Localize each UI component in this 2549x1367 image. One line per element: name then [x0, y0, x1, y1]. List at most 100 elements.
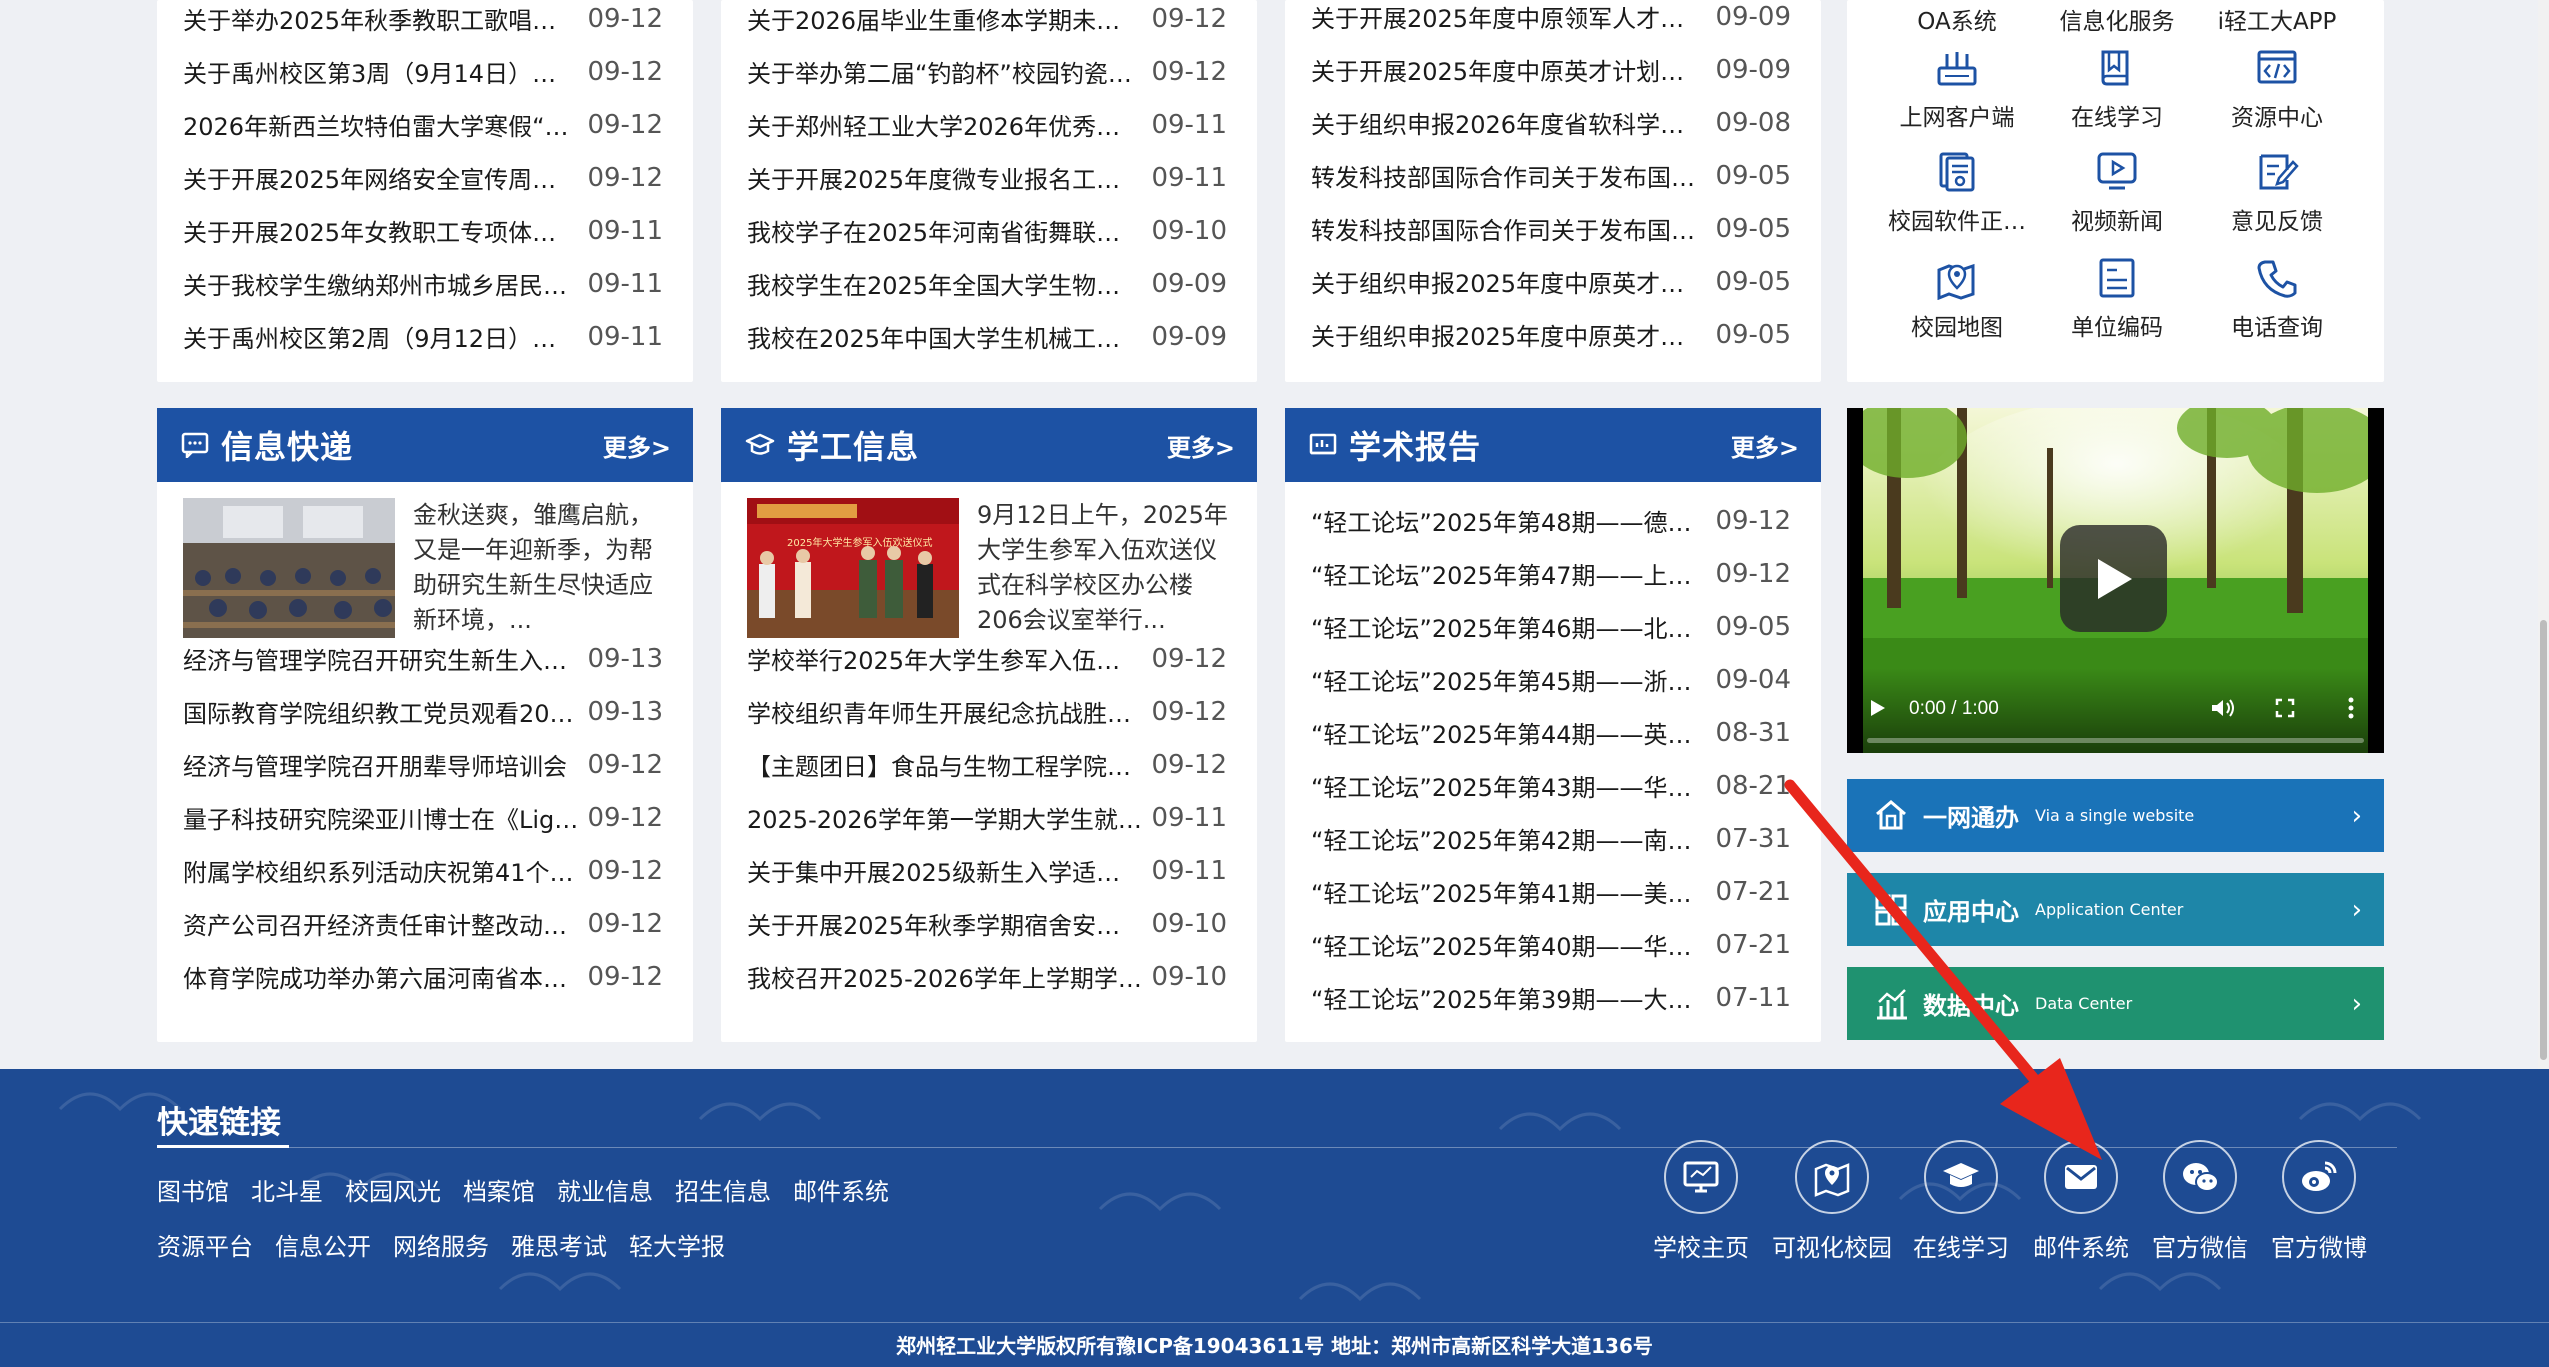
- item-title[interactable]: 关于禹州校区第2周（9月12日）学生活动安排: [183, 319, 587, 354]
- news-list-item[interactable]: 量子科技研究院梁亚川博士在《Light》发表论文09-12: [157, 791, 693, 844]
- service-router[interactable]: 上网客户端: [1877, 46, 2037, 132]
- teaching-list-item[interactable]: 我校学子在2025年河南省街舞联赛中获佳绩09-10: [721, 204, 1257, 257]
- notice-list-item[interactable]: 关于开展2025年女教职工专项体检的通知 09-11: [157, 204, 693, 257]
- news-list-item[interactable]: 经济与管理学院召开朋辈导师培训会 09-12: [157, 738, 693, 791]
- student-list-item[interactable]: 2025-2026学年第一学期大学生就业指导课安排09-11: [721, 791, 1257, 844]
- item-title[interactable]: “轻工论坛”2025年第39期——大…: [1311, 980, 1715, 1015]
- footer-link[interactable]: 招生信息: [675, 1172, 771, 1207]
- item-title[interactable]: 关于集中开展2025级新生入学适应教育的通知: [747, 853, 1151, 888]
- item-title[interactable]: 关于举办第二届“钓韵杯”校园钓瓷大赛的通知: [747, 54, 1151, 89]
- student-more-link[interactable]: 更多>: [1167, 428, 1235, 463]
- item-title[interactable]: 转发科技部国际合作司关于发布国际合作项目的通知: [1311, 158, 1715, 193]
- item-title[interactable]: 我校学子在2025年河南省街舞联赛中获佳绩: [747, 213, 1151, 248]
- research-list-item[interactable]: 关于组织申报2025年度中原英才计划的通知09-05: [1285, 255, 1821, 308]
- item-title[interactable]: 我校学生在2025年全国大学生物联网设计竞赛中获奖: [747, 266, 1151, 301]
- academic-list-item[interactable]: “轻工论坛”2025年第44期——英… 08-31: [1285, 706, 1821, 759]
- news-list-item[interactable]: 国际教育学院组织教工党员观看2025年阅兵式09-13: [157, 685, 693, 738]
- news-feature-summary[interactable]: 金秋送爽，雏鹰启航，又是一年迎新季，为帮助研究生新生尽快适应新环境，...: [413, 498, 673, 638]
- footer-link[interactable]: 校园风光: [345, 1172, 441, 1207]
- news-list-item[interactable]: 经济与管理学院召开研究生新生入学教育大会09-13: [157, 632, 693, 685]
- news-list-item[interactable]: 资产公司召开经济责任审计整改动员会 09-12: [157, 897, 693, 950]
- teaching-list-item[interactable]: 关于举办第二届“钓韵杯”校园钓瓷大赛的通知09-12: [721, 45, 1257, 98]
- academic-more-link[interactable]: 更多>: [1731, 428, 1799, 463]
- video-progress-track[interactable]: [1867, 738, 2364, 743]
- research-list-item[interactable]: 转发科技部国际合作司关于发布国际科技合作项目的通知09-05: [1285, 202, 1821, 255]
- scrollbar-thumb[interactable]: [2540, 620, 2547, 1060]
- item-title[interactable]: “轻工论坛”2025年第45期——浙…: [1311, 662, 1715, 697]
- footer-shortcut[interactable]: 官方微信: [2145, 1140, 2255, 1263]
- side-button-2[interactable]: 数据中心 Data Center ›: [1847, 967, 2384, 1040]
- footer-link[interactable]: 网络服务: [393, 1227, 489, 1262]
- academic-list-item[interactable]: “轻工论坛”2025年第45期——浙… 09-04: [1285, 653, 1821, 706]
- footer-icon-circle[interactable]: [2044, 1140, 2118, 1214]
- footer-link[interactable]: 资源平台: [157, 1227, 253, 1262]
- footer-shortcut[interactable]: 学校主页: [1646, 1140, 1756, 1263]
- research-list-item[interactable]: 关于组织申报2025年度中原英才计划人选的通知09-05: [1285, 308, 1821, 361]
- item-title[interactable]: “轻工论坛”2025年第46期——北…: [1311, 609, 1715, 644]
- item-title[interactable]: “轻工论坛”2025年第48期——德…: [1311, 503, 1715, 538]
- student-list-item[interactable]: 关于集中开展2025级新生入学适应教育的通知09-11: [721, 844, 1257, 897]
- footer-link[interactable]: 雅思考试: [511, 1227, 607, 1262]
- footer-link[interactable]: 就业信息: [557, 1172, 653, 1207]
- item-title[interactable]: 我校召开2025-2026学年上学期学生工作会议: [747, 959, 1151, 994]
- research-list-item[interactable]: 关于开展2025年度中原英才计划（… 09-09: [1285, 43, 1821, 96]
- academic-list-item[interactable]: “轻工论坛”2025年第48期——德… 09-12: [1285, 494, 1821, 547]
- teaching-list-item[interactable]: 我校在2025年中国大学生机械工程创新大赛中获奖09-09: [721, 310, 1257, 363]
- student-list-item[interactable]: 学校举行2025年大学生参军入伍欢送仪式 09-12: [721, 632, 1257, 685]
- item-title[interactable]: 关于开展2025年度微专业报名工作的通知: [747, 160, 1151, 195]
- service-phone[interactable]: 电话查询: [2197, 256, 2357, 342]
- service-book[interactable]: 在线学习: [2037, 46, 2197, 132]
- item-title[interactable]: “轻工论坛”2025年第42期——南…: [1311, 821, 1715, 856]
- student-list-item[interactable]: 关于开展2025年秋季学期宿舍安全检查的通知09-10: [721, 897, 1257, 950]
- item-title[interactable]: 【主题团日】食品与生物工程学院举办主题团日活动: [747, 747, 1151, 782]
- footer-link[interactable]: 北斗星: [251, 1172, 323, 1207]
- footer-link[interactable]: 信息公开: [275, 1227, 371, 1262]
- video-player[interactable]: 0:00 / 1:00: [1847, 408, 2384, 753]
- research-list-item[interactable]: 关于开展2025年度中原领军人才（… 09-09: [1285, 0, 1821, 43]
- footer-link[interactable]: 图书馆: [157, 1172, 229, 1207]
- item-title[interactable]: 关于我校学生缴纳郑州市城乡居民基本医疗保险的通知: [183, 266, 587, 301]
- item-title[interactable]: 资产公司召开经济责任审计整改动员会: [183, 906, 587, 941]
- fullscreen-icon[interactable]: [2275, 698, 2295, 718]
- footer-shortcut[interactable]: 邮件系统: [2026, 1140, 2136, 1263]
- item-title[interactable]: “轻工论坛”2025年第43期——华…: [1311, 768, 1715, 803]
- footer-icon-circle[interactable]: [2163, 1140, 2237, 1214]
- item-title[interactable]: 转发科技部国际合作司关于发布国际科技合作项目的通知: [1311, 211, 1715, 246]
- more-options-icon[interactable]: [2347, 697, 2355, 719]
- item-title[interactable]: 关于举办2025年秋季教职工歌唱培训班的通知: [183, 1, 587, 36]
- news-feature-image[interactable]: [183, 498, 395, 638]
- footer-shortcut[interactable]: 可视化校园: [1772, 1140, 1892, 1263]
- item-title[interactable]: 关于开展2025年秋季学期宿舍安全检查的通知: [747, 906, 1151, 941]
- item-title[interactable]: 关于开展2025年度中原英才计划（…: [1311, 52, 1715, 87]
- side-button-1[interactable]: 应用中心 Application Center ›: [1847, 873, 2384, 946]
- student-feature-image[interactable]: 2025年大学生参军入伍欢送仪式: [747, 498, 959, 638]
- service-map-pin[interactable]: 校园地图: [1877, 256, 2037, 342]
- teaching-list-item[interactable]: 关于开展2025年度微专业报名工作的通知 09-11: [721, 151, 1257, 204]
- page-scrollbar[interactable]: [2538, 0, 2549, 1069]
- video-play-button[interactable]: [2060, 525, 2167, 632]
- notice-list-item[interactable]: 关于开展2025年网络安全宣传周活动的通知09-12: [157, 151, 693, 204]
- student-feature-summary[interactable]: 9月12日上午，2025年大学生参军入伍欢送仪式在科学校区办公楼206会议室举行…: [977, 498, 1237, 638]
- service-app[interactable]: i轻工大APP: [2197, 2, 2357, 36]
- item-title[interactable]: 经济与管理学院召开朋辈导师培训会: [183, 747, 587, 782]
- item-title[interactable]: 关于组织申报2025年度中原英才计划人选的通知: [1311, 317, 1715, 352]
- student-list-item[interactable]: 我校召开2025-2026学年上学期学生工作会议09-10: [721, 950, 1257, 1003]
- notice-list-item[interactable]: 关于禹州校区第2周（9月12日）学生活动安排09-11: [157, 310, 693, 363]
- service-feedback[interactable]: 意见反馈: [2197, 150, 2357, 236]
- item-title[interactable]: 2025-2026学年第一学期大学生就业指导课安排: [747, 800, 1151, 835]
- teaching-list-item[interactable]: 我校学生在2025年全国大学生物联网设计竞赛中获奖09-09: [721, 257, 1257, 310]
- item-title[interactable]: “轻工论坛”2025年第47期——上…: [1311, 556, 1715, 591]
- research-list-item[interactable]: 转发科技部国际合作司关于发布国际合作项目的通知09-05: [1285, 149, 1821, 202]
- item-title[interactable]: 关于郑州轻工业大学2026年优秀本科生推免的通知: [747, 107, 1151, 142]
- item-title[interactable]: 学校组织青年师生开展纪念抗战胜利主题活动: [747, 694, 1151, 729]
- item-title[interactable]: 关于开展2025年度中原领军人才（…: [1311, 0, 1715, 34]
- service-id-card[interactable]: 单位编码: [2037, 256, 2197, 342]
- item-title[interactable]: “轻工论坛”2025年第41期——美…: [1311, 874, 1715, 909]
- item-title[interactable]: 关于开展2025年女教职工专项体检的通知: [183, 213, 587, 248]
- footer-icon-circle[interactable]: [1924, 1140, 1998, 1214]
- side-button-0[interactable]: 一网通办 Via a single website ›: [1847, 779, 2384, 852]
- item-title[interactable]: 关于禹州校区第3周（9月14日）学生活动安排: [183, 54, 587, 89]
- notice-list-item[interactable]: 关于我校学生缴纳郑州市城乡居民基本医疗保险的通知09-11: [157, 257, 693, 310]
- item-title[interactable]: “轻工论坛”2025年第40期——华…: [1311, 927, 1715, 962]
- footer-shortcut[interactable]: 在线学习: [1906, 1140, 2016, 1263]
